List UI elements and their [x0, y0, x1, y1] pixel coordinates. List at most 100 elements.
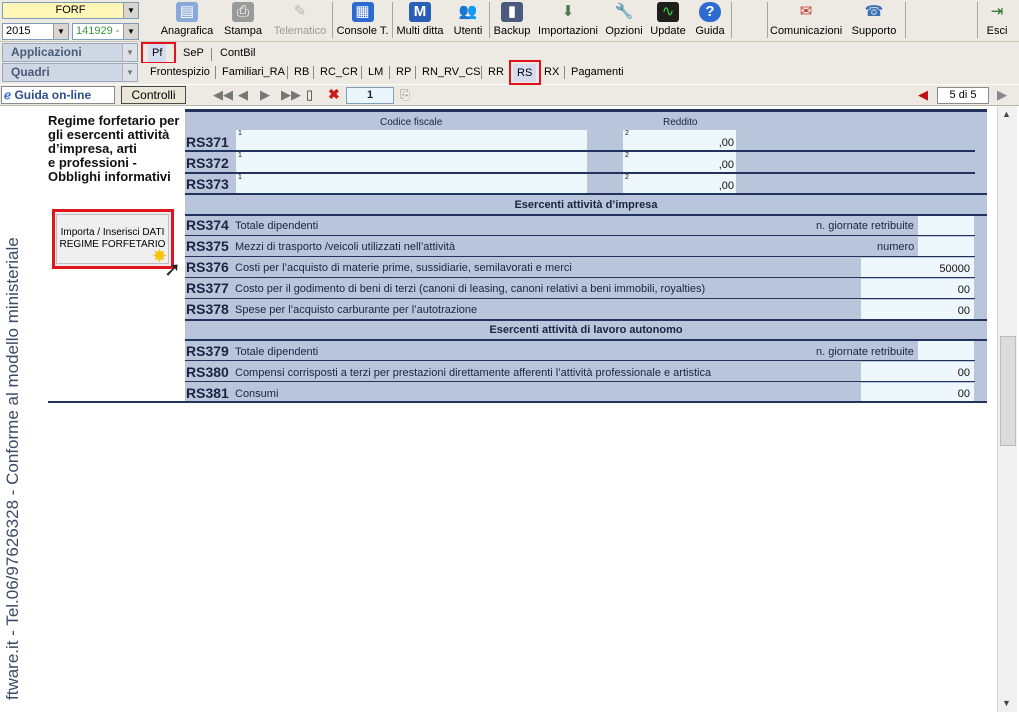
model-select[interactable]: FORF ▼ — [2, 2, 139, 19]
page-prev-arrow-icon[interactable]: ◀ — [918, 87, 928, 103]
supporto-label: Supporto — [851, 25, 897, 37]
first-page-icon[interactable]: ◀◀ — [213, 87, 233, 103]
row-code-rs377: RS377 — [186, 280, 229, 296]
importazioni-label: Importazioni — [538, 25, 598, 37]
delete-page-icon[interactable]: ✖ — [328, 86, 340, 103]
opzioni-button[interactable]: 🔧 Opzioni — [603, 1, 645, 40]
console-icon: ▦ — [351, 2, 374, 22]
tab-rb[interactable]: RB — [290, 63, 313, 81]
console-label: Console T. — [336, 25, 389, 37]
tab-sep[interactable]: SeP — [179, 44, 208, 62]
codice-fiscale-input[interactable] — [236, 130, 587, 150]
scroll-down-icon[interactable]: ▼ — [1002, 698, 1011, 708]
page-indicator: 5 di 5 — [937, 87, 989, 104]
chevron-down-icon[interactable]: ▼ — [123, 3, 138, 18]
page-number-input[interactable]: 1 — [346, 87, 394, 104]
telematico-icon: ✎ — [293, 3, 307, 20]
client-select[interactable]: 141929 - ▼ — [72, 23, 139, 40]
applicazioni-select[interactable]: Applicazioni ▼ — [2, 43, 138, 62]
import-button-line: Importa / Inserisci DATI — [60, 227, 165, 238]
comunicazioni-label: Comunicazioni — [770, 25, 843, 37]
client-select-value: 141929 - — [76, 25, 120, 37]
page-next-arrow-icon[interactable]: ▶ — [997, 87, 1007, 103]
console-button[interactable]: ▦ Console T. — [335, 1, 390, 40]
previous-page-icon[interactable]: ◀ — [238, 87, 248, 103]
print-page-icon[interactable]: ⎘ — [400, 87, 410, 103]
tab-contbil[interactable]: ContBil — [216, 44, 259, 62]
row-description: Consumi — [235, 388, 279, 400]
numero-mezzi-input[interactable] — [918, 237, 974, 256]
tab-divider — [215, 66, 216, 79]
codice-fiscale-input[interactable] — [236, 174, 587, 193]
comunicazioni-button[interactable]: ✉ Comunicazioni — [770, 1, 842, 40]
telematico-button[interactable]: ✎ Telematico — [270, 1, 330, 40]
backup-button[interactable]: ▮ Backup — [492, 1, 532, 40]
toolbar-divider — [332, 2, 333, 38]
highlight-box — [509, 60, 541, 85]
tab-rx[interactable]: RX — [540, 63, 563, 81]
update-label: Update — [650, 25, 686, 37]
row-divider — [185, 235, 975, 236]
chevron-down-icon[interactable]: ▼ — [122, 44, 137, 61]
reddito-value: ,00 — [718, 137, 734, 149]
tab-rc-cr[interactable]: RC_CR — [316, 63, 362, 81]
controlli-label: Controlli — [131, 88, 176, 102]
new-page-icon[interactable]: ▯ — [306, 87, 313, 103]
row-code-rs376: RS376 — [186, 259, 229, 275]
chevron-down-icon[interactable]: ▼ — [53, 24, 68, 39]
section-title-line: d’impresa, arti — [48, 141, 137, 156]
field-number-label: 2 — [625, 152, 629, 159]
codice-fiscale-input[interactable] — [236, 152, 587, 172]
row-code-rs379: RS379 — [186, 343, 229, 359]
row-divider — [185, 193, 987, 195]
tab-divider — [211, 48, 212, 61]
chevron-down-icon[interactable]: ▼ — [122, 64, 137, 81]
tab-pagamenti[interactable]: Pagamenti — [567, 63, 628, 81]
mouse-cursor-icon: ➚ — [164, 259, 181, 281]
tab-rn-rv-cs[interactable]: RN_RV_CS — [418, 63, 485, 81]
row-code-rs375: RS375 — [186, 238, 229, 254]
last-page-icon[interactable]: ▶▶ — [281, 87, 301, 103]
guida-button[interactable]: ? Guida — [692, 1, 728, 40]
row-divider — [185, 360, 975, 361]
tab-rp[interactable]: RP — [392, 63, 415, 81]
update-button[interactable]: ∿ Update — [647, 1, 689, 40]
row-description: Mezzi di trasporto /veicoli utilizzati n… — [235, 241, 456, 253]
opzioni-label: Opzioni — [605, 25, 643, 37]
utenti-button[interactable]: 👥 Utenti — [450, 1, 486, 40]
giornate-retribuite-input[interactable] — [918, 216, 974, 235]
tab-pagamenti-label: Pagamenti — [571, 66, 624, 78]
tab-lm[interactable]: LM — [364, 63, 387, 81]
row-description: Totale dipendenti — [235, 346, 319, 358]
tab-frontespizio[interactable]: Frontespizio — [146, 63, 214, 81]
row-code-rs378: RS378 — [186, 301, 229, 317]
anagrafica-button[interactable]: ▤ Anagrafica — [158, 1, 216, 40]
scrollbar-thumb[interactable] — [1000, 336, 1016, 446]
tab-divider — [415, 66, 416, 79]
godimento-beni-value: 00 — [957, 284, 970, 296]
esci-button[interactable]: ⇥ Esci — [980, 1, 1014, 40]
users-icon: 👥 — [458, 3, 478, 20]
tab-rr[interactable]: RR — [484, 63, 508, 81]
giornate-retribuite-input[interactable] — [918, 341, 974, 360]
year-select[interactable]: 2015 ▼ — [2, 23, 69, 40]
chevron-down-icon[interactable]: ▼ — [123, 24, 138, 39]
form-top-line — [185, 109, 987, 112]
row-divider — [185, 339, 987, 341]
vertical-scrollbar[interactable]: ▲ ▼ — [997, 106, 1017, 712]
importazioni-button[interactable]: ⬇ Importazioni — [536, 1, 600, 40]
main-toolbar: FORF ▼ 2015 ▼ 141929 - ▼ ▤ Anagrafica ⎙ … — [0, 0, 1019, 42]
supporto-button[interactable]: ☎ Supporto — [846, 1, 902, 40]
tab-familiari-ra[interactable]: Familiari_RA — [218, 63, 289, 81]
section-title-line: e professioni - — [48, 155, 137, 170]
stampa-button[interactable]: ⎙ Stampa — [221, 1, 265, 40]
tab-rc-cr-label: RC_CR — [320, 66, 358, 78]
field-number-label: 1 — [238, 174, 242, 181]
row-description: Totale dipendenti — [235, 220, 319, 232]
multi-ditta-button[interactable]: M Multi ditta — [394, 1, 446, 40]
controlli-button[interactable]: Controlli — [121, 86, 186, 104]
next-page-icon[interactable]: ▶ — [260, 87, 270, 103]
quadri-select[interactable]: Quadri ▼ — [2, 63, 138, 82]
row-code-rs380: RS380 — [186, 364, 229, 380]
scroll-up-icon[interactable]: ▲ — [1002, 109, 1011, 119]
